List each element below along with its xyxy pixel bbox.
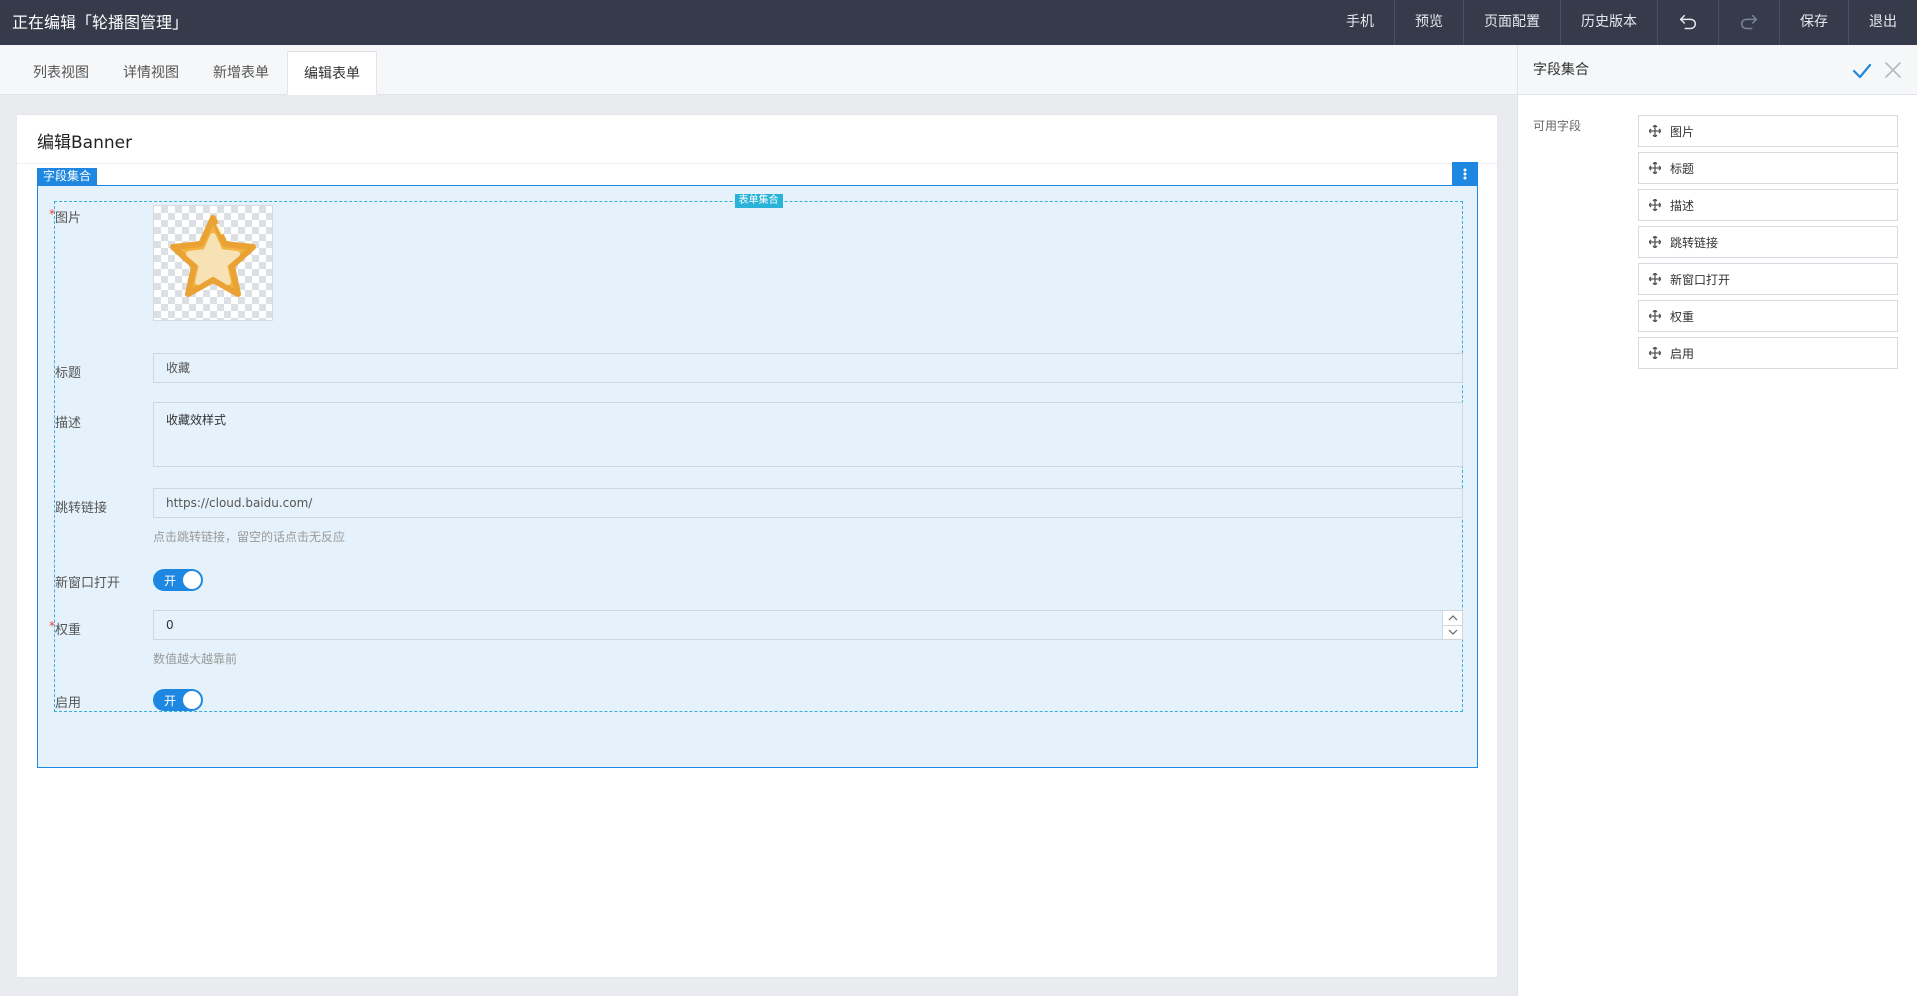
field-item-label: 图片 xyxy=(1670,124,1695,139)
redo-button[interactable] xyxy=(1718,0,1779,45)
field-item-label: 权重 xyxy=(1670,309,1695,324)
weight-input[interactable]: 0 xyxy=(153,610,1463,640)
fieldset-container[interactable]: 字段集合 表单集合 * 图片 标题 收藏 描述 收藏效样式 跳转链接 https… xyxy=(37,162,1478,768)
undo-icon xyxy=(1679,14,1696,29)
field-item[interactable]: 新窗口打开 xyxy=(1638,263,1898,295)
image-upload[interactable] xyxy=(153,205,273,321)
undo-button[interactable] xyxy=(1657,0,1718,45)
field-panel: 字段集合 可用字段 图片标题描述跳转链接新窗口打开权重启用 xyxy=(1517,45,1917,996)
field-item-label: 标题 xyxy=(1670,161,1695,176)
tab-detail-view[interactable]: 详情视图 xyxy=(107,51,195,95)
star-image xyxy=(170,215,256,297)
fieldset-tag: 字段集合 xyxy=(37,168,98,185)
form-group-tag: 表单集合 xyxy=(734,194,783,208)
mobile-button[interactable]: 手机 xyxy=(1326,0,1394,45)
move-icon xyxy=(1649,162,1661,174)
field-item[interactable]: 启用 xyxy=(1638,337,1898,369)
close-icon[interactable] xyxy=(1883,60,1903,80)
link-label: 跳转链接 xyxy=(55,501,108,516)
move-icon xyxy=(1649,273,1661,285)
history-button[interactable]: 历史版本 xyxy=(1560,0,1657,45)
move-icon xyxy=(1649,236,1661,248)
exit-button[interactable]: 退出 xyxy=(1848,0,1917,45)
redo-icon xyxy=(1741,14,1758,29)
switch-knob xyxy=(183,571,201,589)
decrement-button[interactable] xyxy=(1443,626,1462,640)
field-item[interactable]: 标题 xyxy=(1638,152,1898,184)
form-page: 编辑Banner 字段集合 表单集合 * 图片 标题 收藏 描述 收藏效样式 跳… xyxy=(17,115,1497,977)
link-input[interactable]: https://cloud.baidu.com/ xyxy=(153,488,1463,518)
tab-add-form[interactable]: 新增表单 xyxy=(197,51,285,95)
panel-title: 字段集合 xyxy=(1533,62,1589,78)
field-item[interactable]: 描述 xyxy=(1638,189,1898,221)
field-item-label: 新窗口打开 xyxy=(1670,272,1731,287)
view-tabs: 列表视图 详情视图 新增表单 编辑表单 xyxy=(0,45,1517,95)
number-stepper[interactable] xyxy=(1442,611,1462,639)
weight-value: 0 xyxy=(166,618,174,632)
switch-text: 开 xyxy=(164,574,177,588)
page-config-button[interactable]: 页面配置 xyxy=(1463,0,1560,45)
field-item[interactable]: 权重 xyxy=(1638,300,1898,332)
field-item[interactable]: 图片 xyxy=(1638,115,1898,147)
field-item[interactable]: 跳转链接 xyxy=(1638,226,1898,258)
preview-button[interactable]: 预览 xyxy=(1394,0,1463,45)
move-icon xyxy=(1649,347,1661,359)
description-textarea[interactable]: 收藏效样式 xyxy=(153,402,1463,467)
description-label: 描述 xyxy=(55,416,82,431)
available-fields-label: 可用字段 xyxy=(1533,119,1582,133)
toolbar-actions: 手机 预览 页面配置 历史版本 保存 退出 xyxy=(1326,0,1917,45)
form-group[interactable]: 表单集合 * 图片 标题 收藏 描述 收藏效样式 跳转链接 https://cl… xyxy=(49,194,1463,712)
enabled-switch[interactable]: 开 xyxy=(153,689,203,711)
move-icon xyxy=(1649,199,1661,211)
save-button[interactable]: 保存 xyxy=(1779,0,1848,45)
page-title: 编辑Banner xyxy=(37,133,133,153)
title-input[interactable]: 收藏 xyxy=(153,353,1463,383)
enabled-label: 启用 xyxy=(55,696,82,711)
field-item-label: 启用 xyxy=(1670,346,1695,361)
link-hint: 点击跳转链接，留空的话点击无反应 xyxy=(153,530,346,544)
title-label: 标题 xyxy=(55,366,82,381)
tab-edit-form[interactable]: 编辑表单 xyxy=(287,51,377,95)
increment-button[interactable] xyxy=(1443,611,1462,626)
weight-label: 权重 xyxy=(55,623,82,638)
more-vertical-icon xyxy=(1463,168,1467,180)
tab-list-view[interactable]: 列表视图 xyxy=(17,51,105,95)
confirm-check-icon[interactable] xyxy=(1851,60,1873,82)
editor-title: 正在编辑「轮播图管理」 xyxy=(12,13,189,32)
new-window-switch[interactable]: 开 xyxy=(153,569,203,591)
switch-text: 开 xyxy=(164,694,177,708)
switch-knob xyxy=(183,691,201,709)
move-icon xyxy=(1649,125,1661,137)
chevron-up-icon xyxy=(1448,614,1457,621)
move-icon xyxy=(1649,310,1661,322)
image-label: 图片 xyxy=(55,211,82,226)
weight-hint: 数值越大越靠前 xyxy=(153,652,238,666)
new-window-label: 新窗口打开 xyxy=(55,576,121,591)
chevron-down-icon xyxy=(1448,629,1457,636)
field-item-label: 跳转链接 xyxy=(1670,235,1719,250)
top-bar: 正在编辑「轮播图管理」 手机 预览 页面配置 历史版本 保存 退出 xyxy=(0,0,1917,45)
field-item-label: 描述 xyxy=(1670,198,1695,213)
more-options-button[interactable] xyxy=(1452,162,1478,186)
panel-header: 字段集合 xyxy=(1518,45,1917,95)
divider xyxy=(17,163,1497,164)
